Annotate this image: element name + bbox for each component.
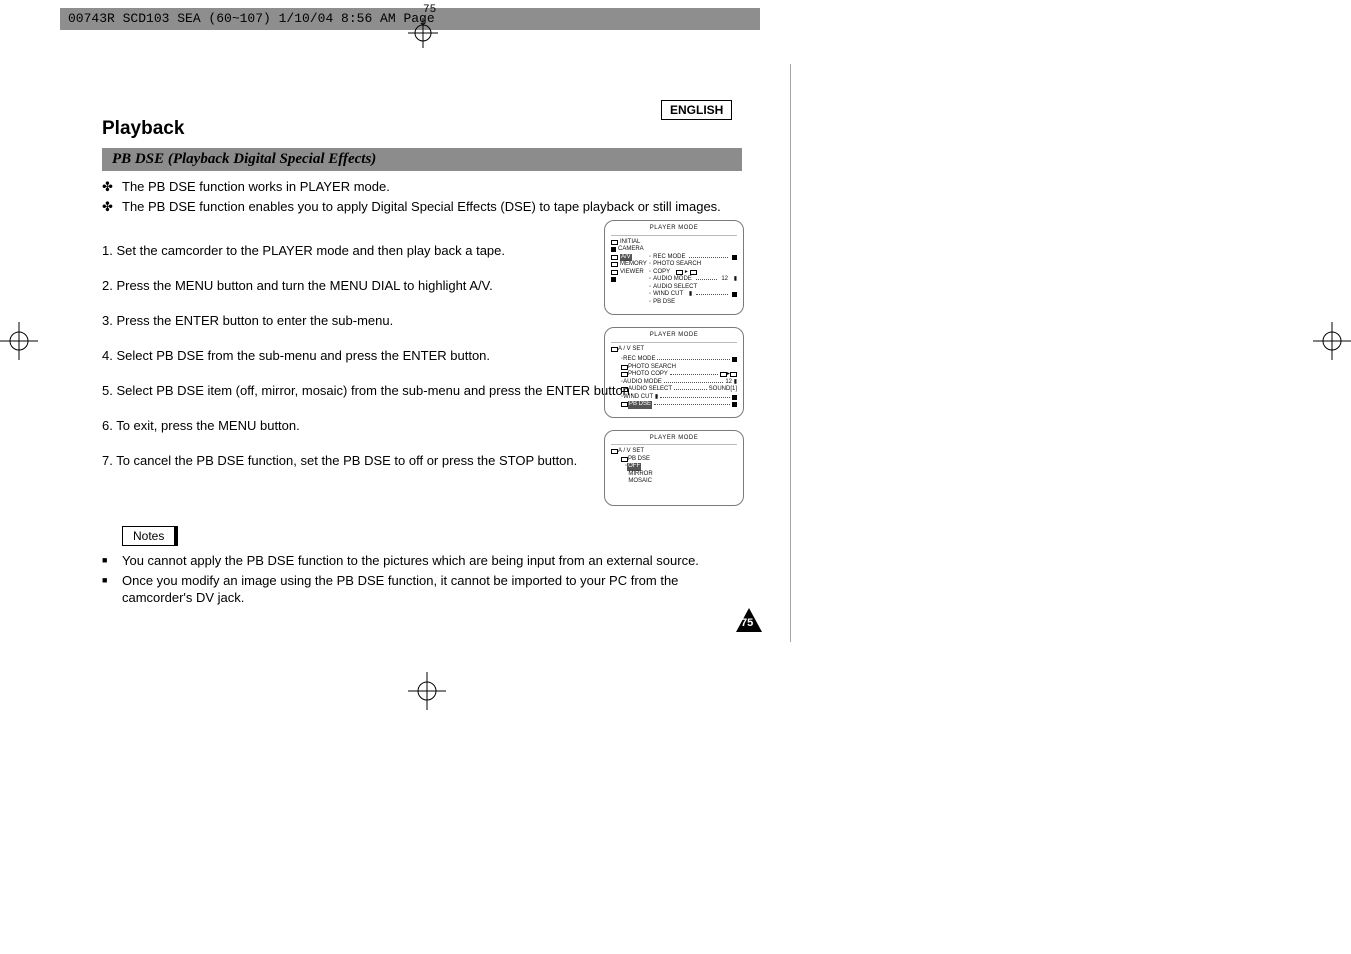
- osd-row-label: AUDIO MODE: [623, 379, 662, 387]
- return-icon: [621, 365, 628, 370]
- return-icon: [621, 387, 628, 392]
- value-icon: [732, 357, 737, 362]
- osd-left-item: CAMERA: [618, 246, 644, 254]
- osd-value: 12: [721, 276, 728, 284]
- osd-option-active: OFF: [627, 463, 641, 471]
- osd-screens: PLAYER MODE INITIAL CAMERA A/V◦REC MODE …: [604, 220, 744, 518]
- osd-sub: PB DSE: [628, 456, 650, 464]
- notes-label: Notes: [122, 526, 178, 546]
- folder-icon: [611, 347, 618, 352]
- osd-row-label-active: PB DSE: [628, 401, 652, 409]
- osd-right-item: AUDIO MODE: [653, 276, 692, 284]
- value-icon: [732, 255, 737, 260]
- osd-row-label: AUDIO SELECT: [628, 386, 672, 394]
- osd-value: 12: [725, 379, 732, 387]
- registration-mark-left: [0, 322, 38, 360]
- intro-bullet: The PB DSE function works in PLAYER mode…: [102, 179, 742, 195]
- subtitle-bar: PB DSE (Playback Digital Special Effects…: [102, 148, 742, 171]
- intro-bullets: The PB DSE function works in PLAYER mode…: [102, 179, 742, 215]
- osd-left-item-active: A/V: [620, 254, 632, 262]
- osd-screen-2: PLAYER MODE A / V SET ◦REC MODE PHOTO SE…: [604, 327, 744, 418]
- osd-row-label: REC MODE: [623, 356, 655, 364]
- note-item: You cannot apply the PB DSE function to …: [102, 552, 742, 570]
- folder-icon: [611, 270, 618, 275]
- tape-icon: [720, 372, 727, 377]
- osd-right-item: WIND CUT: [653, 291, 683, 299]
- return-icon: [621, 372, 628, 377]
- osd-right-item: COPY: [653, 269, 670, 277]
- registration-mark-bottom: [408, 672, 446, 710]
- osd-title: PLAYER MODE: [611, 332, 737, 343]
- osd-right-item: PB DSE: [653, 299, 675, 307]
- intro-bullet: The PB DSE function enables you to apply…: [102, 199, 742, 215]
- osd-right-item: REC MODE: [653, 254, 685, 262]
- notes-list: You cannot apply the PB DSE function to …: [102, 552, 742, 607]
- osd-title: PLAYER MODE: [611, 435, 737, 446]
- return-icon: [621, 402, 628, 407]
- page-divider: [790, 64, 791, 642]
- selector-icon: [611, 247, 616, 252]
- language-badge: ENGLISH: [661, 100, 732, 120]
- osd-value: SOUND[1]: [709, 386, 737, 394]
- osd-row-label: PHOTO SEARCH: [628, 364, 676, 372]
- osd-title: PLAYER MODE: [611, 225, 737, 236]
- osd-left-item: INITIAL: [620, 239, 640, 247]
- tape-icon: [676, 270, 683, 275]
- osd-row-label: WIND CUT: [623, 394, 653, 402]
- file-header-text: 00743R SCD103 SEA (60~107) 1/10/04 8:56 …: [68, 11, 435, 26]
- folder-icon: [611, 240, 618, 245]
- osd-heading: A / V SET: [618, 448, 644, 456]
- bit-icon: ▮: [734, 276, 737, 284]
- osd-screen-1: PLAYER MODE INITIAL CAMERA A/V◦REC MODE …: [604, 220, 744, 315]
- page-number-text: 75: [741, 617, 753, 629]
- folder-icon: [611, 255, 618, 260]
- osd-option: MOSAIC: [628, 478, 652, 486]
- card-icon: [730, 372, 737, 377]
- osd-screen-3: PLAYER MODE A / V SET PB DSE ◦OFF MIRROR…: [604, 430, 744, 506]
- notes-section: Notes You cannot apply the PB DSE functi…: [102, 526, 742, 607]
- osd-right-item: AUDIO SELECT: [653, 284, 697, 292]
- registration-mark-right: [1313, 322, 1351, 360]
- header-page-number-tick: 75: [423, 4, 436, 16]
- osd-heading: A / V SET: [618, 346, 644, 354]
- osd-left-item: MEMORY: [620, 261, 647, 269]
- folder-icon: [611, 449, 618, 454]
- section-title: Playback: [102, 118, 742, 140]
- wind-icon: ▮: [655, 394, 658, 402]
- value-icon: [732, 292, 737, 297]
- folder-icon: [611, 262, 618, 267]
- cursor-icon: [611, 277, 616, 282]
- osd-option: MIRROR: [628, 471, 652, 479]
- card-icon: [690, 270, 697, 275]
- wind-icon: ▮: [689, 291, 692, 299]
- osd-row-label: PHOTO COPY: [628, 371, 668, 379]
- note-item: Once you modify an image using the PB DS…: [102, 572, 742, 607]
- value-icon: [732, 395, 737, 400]
- registration-mark-top: [408, 18, 438, 48]
- return-icon: [621, 457, 628, 462]
- osd-right-item: PHOTO SEARCH: [653, 261, 701, 269]
- osd-left-item: VIEWER: [620, 269, 644, 277]
- value-icon: [732, 402, 737, 407]
- bit-icon: ▮: [734, 379, 737, 387]
